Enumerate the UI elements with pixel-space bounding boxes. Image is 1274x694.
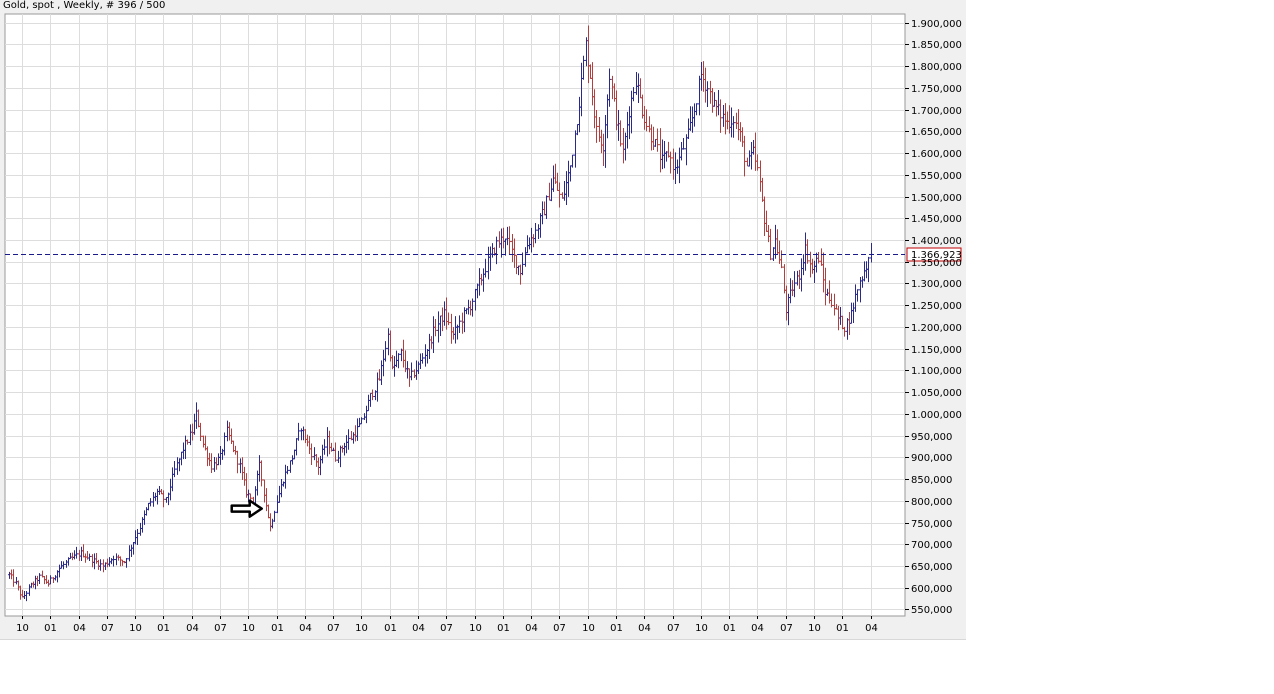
y-tick-label: 1.350,000 bbox=[911, 258, 962, 269]
ohlc-chart[interactable]: 1.366,923 550,000600,000650,000700,00075… bbox=[0, 0, 966, 639]
chart-frame: Gold, spot , Weekly, # 396 / 500 1.366,9… bbox=[0, 0, 966, 640]
y-tick-label: 550,000 bbox=[911, 605, 952, 616]
x-tick-label: 04 bbox=[186, 623, 199, 634]
x-tick-label: 04 bbox=[412, 623, 425, 634]
y-tick-label: 1.800,000 bbox=[911, 62, 962, 73]
y-tick-label: 1.600,000 bbox=[911, 149, 962, 160]
x-tick-label: 07 bbox=[553, 623, 566, 634]
y-tick-label: 600,000 bbox=[911, 584, 952, 595]
y-tick-label: 800,000 bbox=[911, 497, 952, 508]
y-tick-label: 1.650,000 bbox=[911, 127, 962, 138]
x-tick-label: 01 bbox=[836, 623, 849, 634]
x-tick-label: 04 bbox=[865, 623, 878, 634]
y-tick-label: 1.450,000 bbox=[911, 214, 962, 225]
y-tick-label: 1.050,000 bbox=[911, 388, 962, 399]
x-tick-label: 10 bbox=[808, 623, 821, 634]
y-tick-label: 650,000 bbox=[911, 562, 952, 573]
y-tick-label: 1.400,000 bbox=[911, 236, 962, 247]
x-tick-label: 01 bbox=[157, 623, 170, 634]
x-tick-label: 01 bbox=[723, 623, 736, 634]
x-tick-label: 01 bbox=[497, 623, 510, 634]
y-tick-label: 1.500,000 bbox=[911, 193, 962, 204]
y-tick-label: 850,000 bbox=[911, 475, 952, 486]
x-tick-label: 07 bbox=[780, 623, 793, 634]
x-tick-label: 10 bbox=[469, 623, 482, 634]
y-tick-label: 1.100,000 bbox=[911, 366, 962, 377]
x-tick-label: 10 bbox=[582, 623, 595, 634]
y-tick-label: 950,000 bbox=[911, 432, 952, 443]
x-tick-label: 07 bbox=[327, 623, 340, 634]
x-tick-label: 07 bbox=[667, 623, 680, 634]
x-axis: 10 01 04 07 10 01 04 07 10 01 04 07 10 01 04 07 10 01 04 07… bbox=[16, 616, 878, 634]
y-tick-label: 1.750,000 bbox=[911, 84, 962, 95]
x-tick-label: 10 bbox=[242, 623, 255, 634]
x-tick-label: 04 bbox=[751, 623, 764, 634]
y-tick-label: 1.850,000 bbox=[911, 40, 962, 51]
x-tick-label: 07 bbox=[214, 623, 227, 634]
x-tick-label: 10 bbox=[355, 623, 368, 634]
x-tick-label: 10 bbox=[16, 623, 29, 634]
y-tick-label: 1.200,000 bbox=[911, 323, 962, 334]
y-tick-label: 1.000,000 bbox=[911, 410, 962, 421]
y-tick-label: 750,000 bbox=[911, 519, 952, 530]
y-axis: 550,000 600,000 650,000 700,000 750,000 800,0… bbox=[905, 19, 962, 616]
y-tick-label: 1.700,000 bbox=[911, 106, 962, 117]
x-tick-label: 04 bbox=[73, 623, 86, 634]
x-tick-label: 07 bbox=[101, 623, 114, 634]
x-tick-label: 10 bbox=[695, 623, 708, 634]
y-tick-label: 1.900,000 bbox=[911, 19, 962, 30]
y-tick-label: 1.550,000 bbox=[911, 171, 962, 182]
y-tick-label: 1.300,000 bbox=[911, 279, 962, 290]
x-tick-label: 04 bbox=[299, 623, 312, 634]
y-tick-label: 1.150,000 bbox=[911, 345, 962, 356]
y-tick-label: 900,000 bbox=[911, 453, 952, 464]
x-tick-label: 07 bbox=[440, 623, 453, 634]
x-tick-label: 01 bbox=[271, 623, 284, 634]
x-tick-label: 01 bbox=[610, 623, 623, 634]
x-tick-label: 10 bbox=[129, 623, 142, 634]
x-tick-label: 04 bbox=[638, 623, 651, 634]
x-tick-label: 04 bbox=[525, 623, 538, 634]
y-tick-label: 700,000 bbox=[911, 540, 952, 551]
y-tick-label: 1.250,000 bbox=[911, 301, 962, 312]
x-tick-label: 01 bbox=[384, 623, 397, 634]
x-tick-label: 01 bbox=[44, 623, 57, 634]
